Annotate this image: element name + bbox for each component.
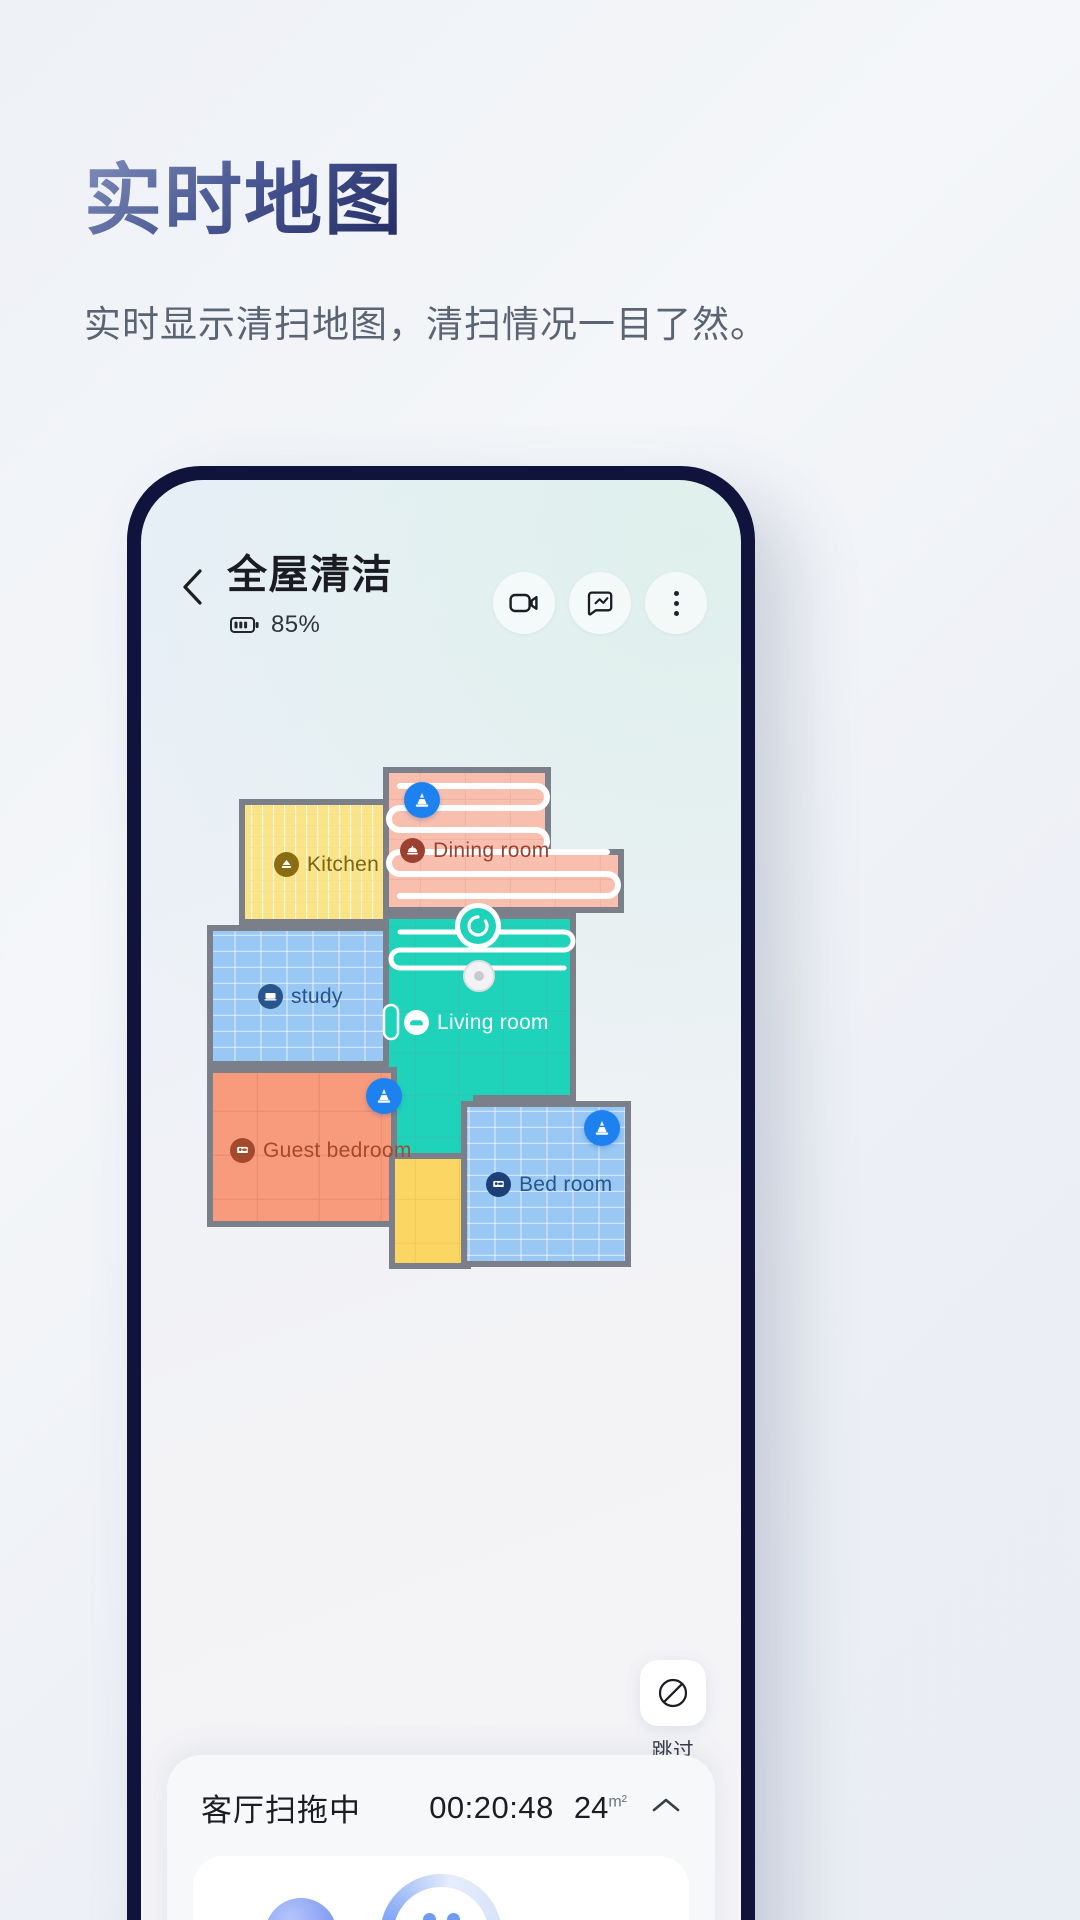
traffic-cone-icon [415,793,429,807]
room-label-dining[interactable]: Dining room [400,838,550,863]
room-label-bedroom[interactable]: Bed room [486,1172,612,1197]
room-corridor [389,1153,471,1269]
robot-marker [455,903,501,949]
virtual-wall-marker [382,1003,400,1041]
skip-action[interactable]: 跳过 [633,1660,713,1765]
status-row: 客厅扫拖中 00:20:48 24m² [201,1785,681,1830]
study-icon [258,984,283,1009]
room-label-study[interactable]: study [258,984,343,1009]
bed-icon [230,1138,255,1163]
map-canvas: Kitchen Dining room study Living room Gu… [196,760,726,1280]
chevron-up-icon [652,1798,680,1812]
no-entry-icon [658,1678,688,1708]
bed-icon [486,1172,511,1197]
sofa-icon [404,1010,429,1035]
elapsed-time: 00:20:48 [429,1789,554,1825]
phone-mockup: 全屋清洁 85% Kitchen Dining room study Livin… [127,466,755,1920]
dock-marker [463,960,495,992]
no-go-zone-badge[interactable] [584,1110,620,1146]
page-title: 实时地图 [84,156,405,244]
cleaned-area-unit: m² [608,1793,627,1811]
traffic-cone-icon [377,1089,391,1103]
no-go-zone-badge[interactable] [404,782,440,818]
room-label-text: Guest bedroom [263,1138,412,1162]
traffic-cone-icon [595,1121,609,1135]
control-card: AI [193,1856,689,1920]
pause-icon [422,1913,460,1920]
room-label-text: Kitchen [307,852,380,876]
collapse-sheet-button[interactable] [651,1796,681,1819]
pause-button[interactable] [380,1874,502,1920]
kitchen-icon [274,852,299,877]
bottom-sheet: 客厅扫拖中 00:20:48 24m² AI [167,1755,715,1920]
phone-screen: 全屋清洁 85% Kitchen Dining room study Livin… [141,480,741,1920]
room-label-text: Dining room [433,838,550,862]
room-label-kitchen[interactable]: Kitchen [274,852,379,877]
room-label-text: Living room [437,1010,549,1034]
skip-button[interactable] [640,1660,706,1726]
room-label-living[interactable]: Living room [404,1010,549,1035]
dining-icon [400,838,425,863]
cleaning-status: 客厅扫拖中 [201,1793,361,1828]
no-go-zone-badge[interactable] [366,1078,402,1114]
room-label-text: Bed room [519,1172,613,1196]
ai-button[interactable]: AI [265,1898,337,1920]
cleaned-area-value: 24 [573,1789,609,1825]
room-label-text: study [291,984,343,1008]
page-subtitle: 实时显示清扫地图，清扫情况一目了然。 [84,304,768,345]
room-label-guest-bedroom[interactable]: Guest bedroom [230,1138,412,1163]
cleaned-area: 24m² [574,1790,627,1826]
